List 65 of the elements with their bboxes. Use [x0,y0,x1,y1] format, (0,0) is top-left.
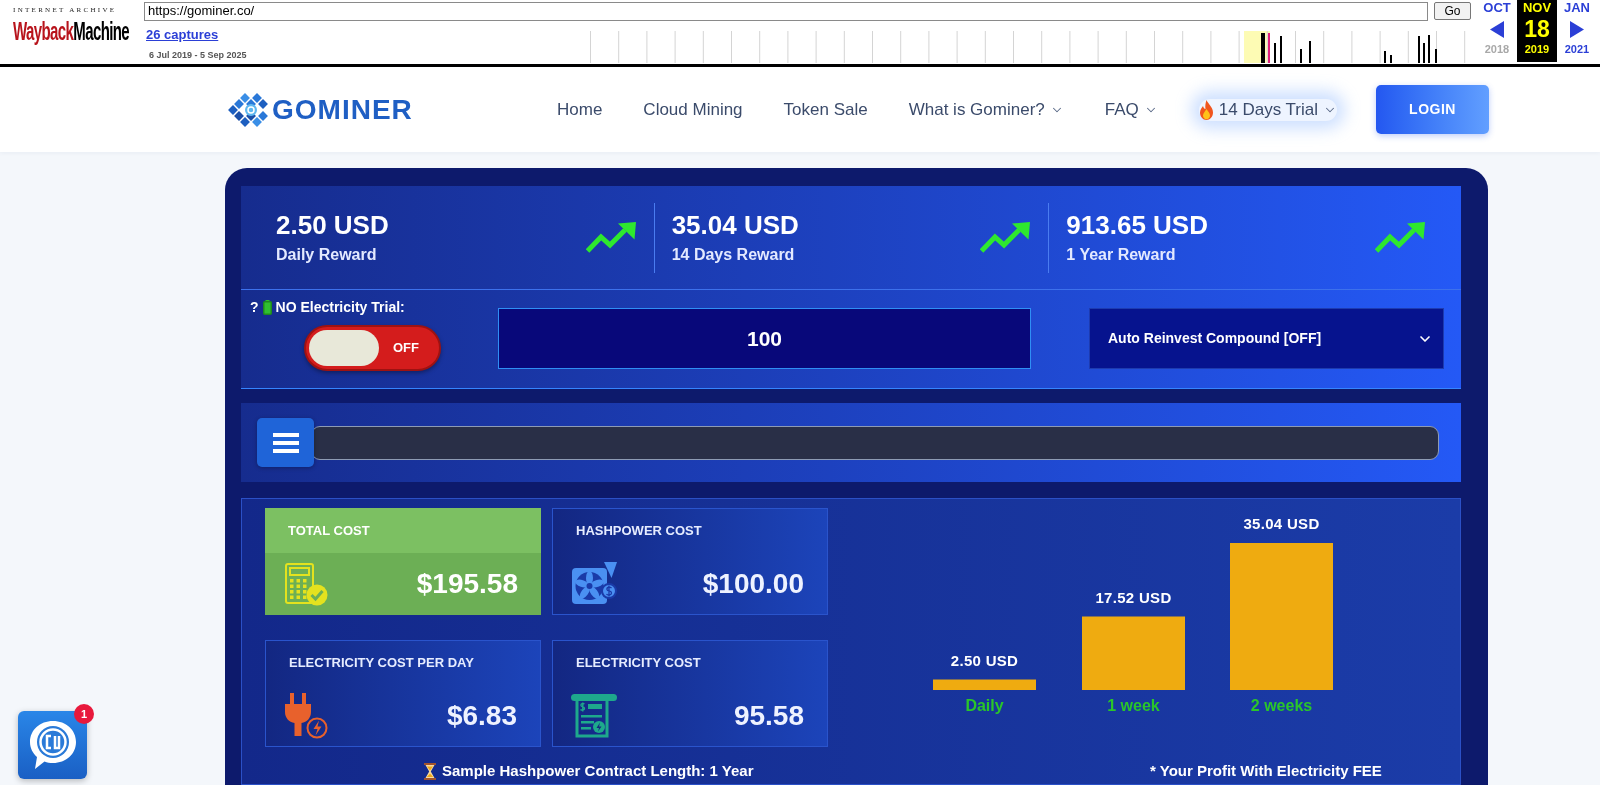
contract-note: Sample Hashpower Contract Length: 1 Year [442,762,754,780]
nav-link[interactable]: Token Sale [783,98,868,121]
bar-value-label: 2.50 USD [950,651,1019,669]
reward-value: 2.50 USD [276,210,389,240]
reward-value: 35.04 USD [671,210,799,240]
nav-link[interactable]: Home [557,98,603,121]
reward-label: 14 Days Reward [671,245,796,265]
trend-up-icon [585,222,636,253]
hourglass-icon [424,762,436,780]
go-button[interactable]: Go [1434,2,1471,20]
amount-input[interactable]: 100 [498,308,1031,369]
cost-amount: $195.58 [416,567,518,601]
date-range: 6 Jul 2019 - 5 Sep 2025 [149,50,247,60]
trend-up-icon [980,222,1031,253]
flame-icon [1198,99,1214,120]
month-link[interactable]: NOV [1522,1,1552,15]
battery-icon [262,299,272,315]
bar-value-label: 35.04 USD [1243,515,1320,532]
logo-wordmark[interactable]: GOMINER [272,94,413,125]
cost-amount: $100.00 [702,566,804,601]
year-link[interactable]: 2021 [1564,43,1590,56]
menu-icon [272,432,299,453]
day-number: 18 [1524,17,1550,41]
nav-link[interactable]: What is Gominer? [908,98,1064,121]
logo-text: Machine [73,17,130,44]
nav-link[interactable]: 14 Days Trial [1198,98,1337,121]
nav-link[interactable]: FAQ [1104,98,1158,121]
card-title: ELECTRICITY COST PER DAY [289,654,474,673]
bar-value-label: 17.52 USD [1095,588,1172,606]
login-button[interactable]: LOGIN [1376,85,1489,134]
card-title: HASHPOWER COST [576,522,702,541]
plug-bolt-icon [284,692,328,739]
chat-widget-button[interactable] [18,711,87,779]
month-link[interactable]: JAN [1564,1,1590,15]
bar-category-label: Daily [965,697,1004,714]
reinvest-dropdown[interactable]: Auto Reinvest Compound [OFF] [1089,308,1444,369]
trial-label: NO Electricity Trial: [275,299,405,315]
card-title: TOTAL COST [288,521,370,540]
right-arrow-icon[interactable] [1570,20,1584,38]
month-link[interactable]: OCT [1483,1,1511,15]
calculator-check-icon [284,562,328,606]
profit-note: * Your Profit With Electricity FEE [1150,762,1382,780]
cost-amount: 95.58 [733,698,804,733]
cube-cluster-icon[interactable] [228,92,270,127]
url-field[interactable]: https://gominer.co/ [144,1,1428,21]
cost-amount: $6.83 [446,698,517,733]
logo-text: Wayback [13,17,74,44]
reward-label: Daily Reward [276,245,378,265]
reward-label: 1 Year Reward [1066,245,1177,265]
bar-category-label: 1 week [1107,697,1160,714]
card-title: ELECTRICITY COST [576,654,701,673]
left-arrow-icon[interactable] [1490,20,1504,38]
slider-track[interactable] [257,418,1439,467]
help-mark: ? [250,299,259,315]
receipt-icon [571,693,617,738]
reward-value: 913.65 USD [1066,210,1208,240]
trend-up-icon [1375,222,1425,253]
bar-category-label: 2 weeks [1250,697,1313,714]
nav-link[interactable]: Cloud Mining [643,98,743,121]
toggle-switch[interactable]: OFF [304,325,441,371]
notification-badge: 1 [74,704,94,724]
captures-link[interactable]: 26 captures [146,27,219,42]
fan-coin-icon [571,561,617,606]
year-link[interactable]: 2019 [1524,43,1550,56]
slider-handle[interactable] [257,418,314,467]
